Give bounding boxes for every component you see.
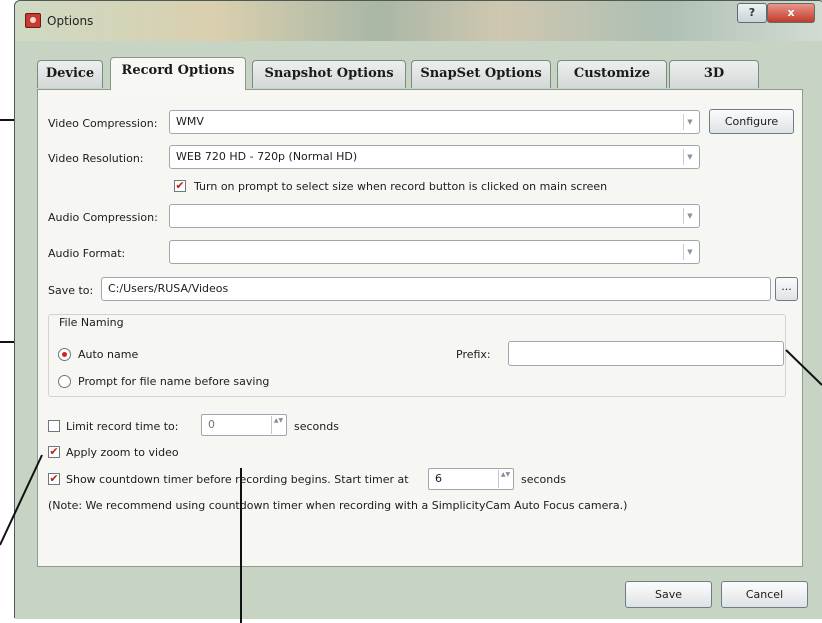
prompt-name-radio[interactable]	[58, 375, 71, 388]
countdown-spinner[interactable]: 6 ▲▼	[428, 468, 514, 490]
apply-zoom-checkbox[interactable]: ✔	[48, 446, 60, 458]
title-bar: Options ? x	[15, 1, 822, 41]
tab-snapset-options[interactable]: SnapSet Options	[411, 60, 551, 88]
close-button[interactable]: x	[767, 3, 815, 23]
chevron-down-icon: ▼	[683, 149, 696, 165]
record-options-panel: Video Compression: WMV ▼ Configure Video…	[37, 89, 803, 567]
spin-arrows-icon[interactable]: ▲▼	[271, 416, 285, 434]
browse-button[interactable]: ...	[775, 277, 798, 301]
video-compression-value: WMV	[176, 115, 204, 128]
save-to-input[interactable]: C:/Users/RUSA/Videos	[101, 277, 771, 301]
audio-compression-label: Audio Compression:	[48, 211, 158, 224]
limit-record-spinner[interactable]: 0 ▲▼	[201, 414, 287, 436]
prefix-input[interactable]	[508, 341, 784, 366]
auto-name-radio[interactable]	[58, 348, 71, 361]
save-to-value: C:/Users/RUSA/Videos	[108, 282, 229, 295]
configure-button[interactable]: Configure	[709, 109, 794, 134]
callout-line-video-compression	[0, 119, 14, 121]
cancel-button[interactable]: Cancel	[721, 581, 808, 608]
countdown-value: 6	[435, 472, 442, 485]
tab-snapshot-options[interactable]: Snapshot Options	[252, 60, 406, 88]
callout-line-limit-time	[240, 468, 242, 623]
countdown-note: (Note: We recommend using countdown time…	[48, 499, 628, 512]
spin-arrows-icon[interactable]: ▲▼	[498, 470, 512, 488]
chevron-down-icon: ▼	[683, 208, 696, 224]
countdown-label: Show countdown timer before recording be…	[66, 473, 409, 486]
prefix-label: Prefix:	[456, 348, 491, 361]
tab-customize[interactable]: Customize	[557, 60, 667, 88]
audio-compression-select[interactable]: ▼	[169, 204, 700, 228]
chevron-down-icon: ▼	[683, 114, 696, 130]
dialog-footer: Save Cancel	[15, 567, 822, 619]
limit-record-checkbox[interactable]	[48, 420, 60, 432]
file-naming-title: File Naming	[57, 316, 126, 329]
countdown-checkbox[interactable]: ✔	[48, 473, 60, 485]
window-title: Options	[47, 14, 94, 28]
auto-name-label: Auto name	[78, 348, 139, 361]
audio-format-label: Audio Format:	[48, 247, 126, 260]
video-compression-label: Video Compression:	[48, 117, 158, 130]
save-to-label: Save to:	[48, 284, 94, 297]
limit-record-label: Limit record time to:	[66, 420, 179, 433]
apply-zoom-label: Apply zoom to video	[66, 446, 179, 459]
prompt-name-label: Prompt for file name before saving	[78, 375, 270, 388]
tab-3d[interactable]: 3D	[669, 60, 759, 88]
save-button[interactable]: Save	[625, 581, 712, 608]
video-compression-select[interactable]: WMV ▼	[169, 110, 700, 134]
countdown-unit: seconds	[521, 473, 566, 486]
options-dialog: Options ? x Device Record Options Snapsh…	[14, 0, 822, 619]
video-resolution-value: WEB 720 HD - 720p (Normal HD)	[176, 150, 358, 163]
audio-format-select[interactable]: ▼	[169, 240, 700, 264]
tab-device[interactable]: Device	[37, 60, 103, 88]
limit-record-value: 0	[208, 418, 215, 431]
chevron-down-icon: ▼	[683, 244, 696, 260]
limit-record-unit: seconds	[294, 420, 339, 433]
app-icon	[25, 13, 41, 28]
video-resolution-label: Video Resolution:	[48, 152, 144, 165]
prompt-size-checkbox[interactable]: ✔	[174, 180, 186, 192]
help-button[interactable]: ?	[737, 3, 767, 23]
prompt-size-label: Turn on prompt to select size when recor…	[194, 180, 608, 193]
tab-record-options[interactable]: Record Options	[110, 57, 246, 90]
video-resolution-select[interactable]: WEB 720 HD - 720p (Normal HD) ▼	[169, 145, 700, 169]
